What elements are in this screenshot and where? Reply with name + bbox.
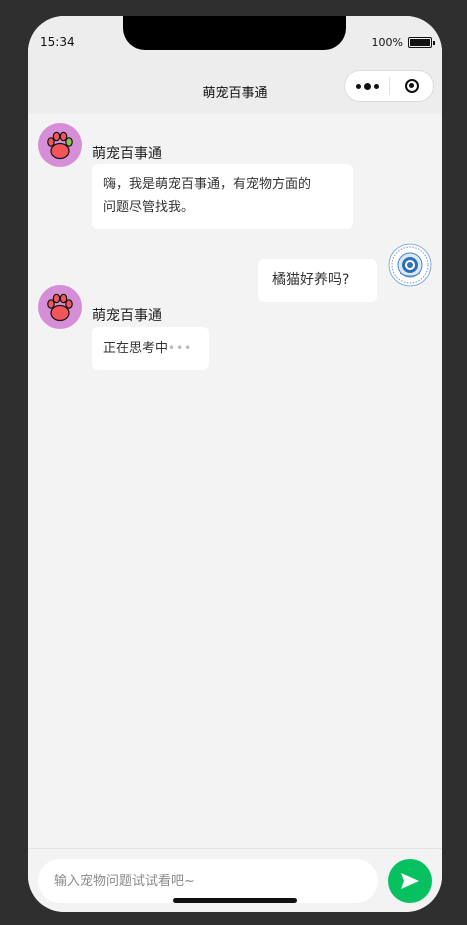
bot-message-bubble: 嗨，我是萌宠百事通，有宠物方面的 问题尽管找我。 — [92, 164, 353, 229]
more-dot-icon — [355, 83, 361, 89]
paw-icon — [47, 131, 73, 160]
battery-status: 100% — [371, 36, 435, 49]
bot-avatar — [38, 285, 82, 329]
send-arrow-icon — [401, 873, 419, 889]
battery-percent: 100% — [371, 36, 403, 49]
user-message-bubble: 橘猫好养吗? — [258, 259, 377, 302]
question-input[interactable] — [38, 859, 378, 903]
send-button[interactable] — [388, 859, 432, 903]
bot-sender-name: 萌宠百事通 — [92, 146, 162, 162]
message-text-line: 嗨，我是萌宠百事通，有宠物方面的 — [103, 177, 312, 192]
more-button[interactable] — [345, 82, 389, 90]
more-dot-icon — [363, 82, 371, 90]
more-dot-icon — [373, 83, 379, 89]
home-indicator[interactable] — [173, 898, 297, 903]
close-miniprogram-button[interactable] — [390, 79, 433, 93]
school-emblem-icon — [388, 243, 432, 287]
bot-avatar — [38, 123, 82, 167]
bot-sender-name: 萌宠百事通 — [92, 308, 162, 324]
typing-indicator: ••• — [168, 341, 193, 355]
message-text: 正在思考中 — [103, 341, 169, 356]
bot-message-bubble: 正在思考中••• — [92, 327, 209, 370]
message-text-line: 问题尽管找我。 — [103, 200, 195, 215]
notch — [123, 16, 346, 50]
nav-bar: 萌宠百事通 — [28, 70, 442, 114]
user-avatar — [388, 243, 432, 287]
miniprogram-capsule — [344, 70, 434, 102]
paw-icon — [47, 293, 73, 322]
message-text: 橘猫好养吗? — [272, 272, 350, 288]
phone-frame: 15:34 100% 萌宠百事通 萌宠百事通 嗨，我是萌宠百事通，有宠物方面的 … — [28, 16, 442, 912]
target-close-icon — [404, 79, 419, 93]
chat-area[interactable]: 萌宠百事通 嗨，我是萌宠百事通，有宠物方面的 问题尽管找我。 橘猫好养吗? 萌宠… — [28, 114, 442, 847]
status-time: 15:34 — [40, 35, 75, 49]
battery-icon — [408, 37, 435, 48]
